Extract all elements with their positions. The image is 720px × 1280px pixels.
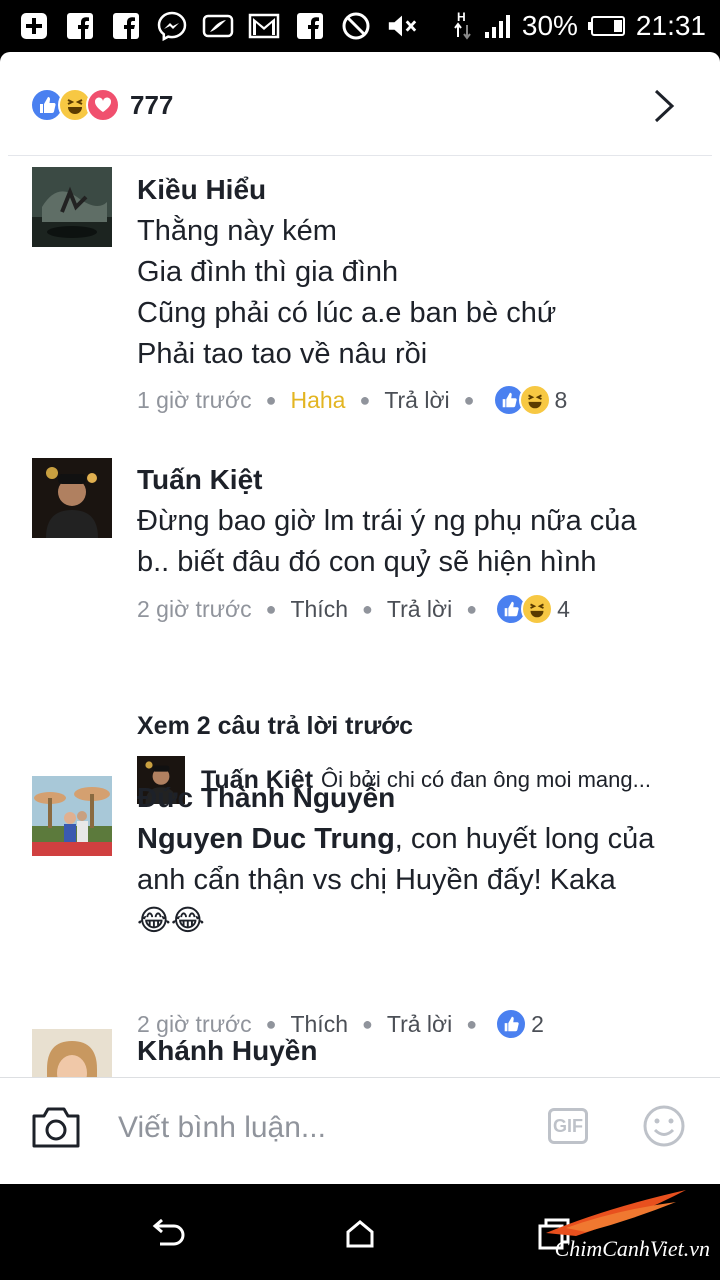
clock: 21:31: [635, 10, 706, 41]
reactions-header[interactable]: 777: [0, 52, 720, 156]
camera-icon[interactable]: [30, 1104, 82, 1150]
data-arrows-icon: H: [452, 10, 474, 42]
comment-line: Thằng này kém: [137, 215, 337, 247]
mention-link[interactable]: Nguyen Duc Trung: [137, 823, 395, 855]
like-button[interactable]: Thích: [290, 596, 348, 623]
system-status: H 30% 21:31: [452, 8, 706, 44]
feather-icon: [202, 10, 234, 42]
comment-reactions[interactable]: [492, 384, 551, 416]
comment-author[interactable]: Tuấn Kiệt: [137, 464, 262, 496]
plus-box-icon: [18, 10, 50, 42]
separator-dot: ●: [359, 389, 371, 410]
mute-icon: [386, 10, 418, 42]
signal-icon: [484, 10, 512, 42]
watermark: ChimCanhViet.vn: [554, 1236, 710, 1261]
comment-author[interactable]: Đức Thành Nguyễn: [137, 782, 395, 814]
comment-line: Cũng phải có lúc a.e ban bè chứ: [137, 297, 557, 329]
reaction-count: 777: [130, 89, 174, 120]
separator-dot: ●: [463, 389, 475, 410]
comment-author[interactable]: Khánh Huyền: [137, 1035, 317, 1067]
comment-time: 2 giờ trước: [137, 595, 252, 622]
comment-text: Nguyen Duc Trung, con huyết long của anh…: [137, 819, 697, 942]
haha-reaction-icon: [518, 384, 551, 416]
chevron-right-icon[interactable]: [648, 86, 678, 126]
avatar[interactable]: [32, 167, 112, 247]
separator-dot: ●: [466, 598, 478, 619]
status-bar: H 30% 21:31: [0, 0, 720, 52]
separator-dot: ●: [265, 389, 277, 410]
haha-reaction-icon: [521, 593, 554, 625]
reply-button[interactable]: Trả lời: [384, 387, 449, 414]
gmail-icon: [248, 10, 280, 42]
comment-emoji: 😂😂: [137, 905, 205, 937]
do-not-disturb-icon: [340, 10, 372, 42]
comment-reaction-count: 4: [557, 595, 570, 622]
battery-percentage: 30%: [521, 10, 578, 41]
watermark-bird-logo: [546, 1190, 686, 1236]
comment-composer: GIF: [0, 1077, 720, 1184]
comment-line: Phải tao tao về nâu rồi: [137, 338, 428, 370]
comment-text: Thằng này kém Gia đình thì gia đình Cũng…: [137, 211, 697, 375]
comment: Khánh Huyền: [0, 1017, 720, 1077]
separator-dot: ●: [362, 598, 373, 619]
notification-icons: [18, 8, 418, 44]
comment-input[interactable]: [118, 1106, 518, 1150]
emoji-icon[interactable]: [642, 1104, 686, 1148]
haha-button[interactable]: Haha: [290, 387, 345, 414]
comment-line-rest: , con huyết long của: [394, 823, 655, 855]
comment-time: 1 giờ trước: [137, 386, 252, 413]
avatar[interactable]: [32, 1029, 112, 1077]
facebook-icon: [110, 10, 142, 42]
reactions-summary[interactable]: 777: [30, 88, 173, 122]
divider: [8, 155, 712, 156]
separator-dot: ●: [265, 598, 277, 619]
battery-icon: [587, 10, 626, 42]
comment-line: Đừng bao giờ lm trái ý ng phụ nữa của: [137, 505, 637, 537]
comment-line: b.. biết đâu đó con quỷ sẽ hiện hình: [137, 546, 597, 578]
messenger-icon: [156, 10, 188, 42]
network-type-label: H: [457, 10, 466, 24]
view-previous-replies-link[interactable]: Xem 2 câu trả lời trước: [137, 712, 413, 741]
facebook-icon: [294, 10, 326, 42]
comment-text: Đừng bao giờ lm trái ý ng phụ nữa của b.…: [137, 501, 697, 583]
comment-meta: 2 giờ trước ● Thích ● Trả lời ● 4: [137, 589, 570, 629]
comment-reactions[interactable]: [495, 593, 554, 625]
home-icon[interactable]: [340, 1214, 380, 1254]
comment-line: anh cẩn thận vs chị Huyền đấy! Kaka: [137, 864, 616, 896]
comment-author[interactable]: Kiều Hiểu: [137, 174, 266, 206]
back-icon[interactable]: [148, 1214, 188, 1254]
comment-meta: 1 giờ trước ● Haha ● Trả lời ● 8: [137, 380, 567, 420]
gif-icon[interactable]: GIF: [548, 1108, 588, 1144]
avatar[interactable]: [32, 458, 112, 538]
love-reaction-icon: [86, 88, 120, 122]
comments-sheet: 777 Kiều Hiểu Thằng này kém Gia đình thì…: [0, 52, 720, 1184]
comment-reaction-count: 8: [554, 386, 568, 413]
comment-line: Gia đình thì gia đình: [137, 256, 399, 288]
avatar[interactable]: [32, 776, 112, 856]
facebook-icon: [64, 10, 96, 42]
reply-button[interactable]: Trả lời: [387, 596, 452, 623]
comment-line: Nguyen Duc Trung, con huyết long của: [137, 819, 697, 860]
